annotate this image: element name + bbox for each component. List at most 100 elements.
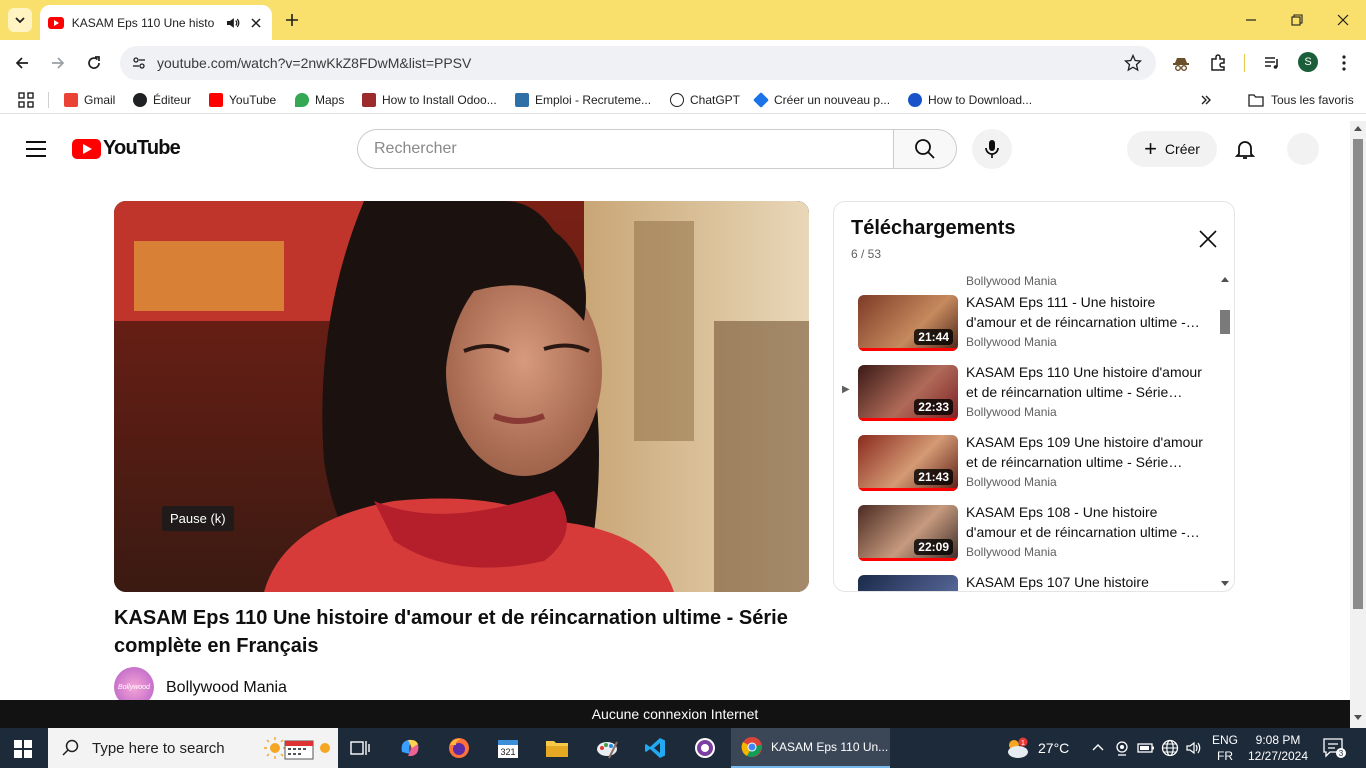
weather-widget[interactable]: 1 27°C [1004, 728, 1069, 768]
volume-icon[interactable] [1185, 740, 1203, 756]
incognito-extension-icon[interactable] [1171, 53, 1191, 73]
playlist-item[interactable]: 21:44 KASAM Eps 111 - Une histoire d'amo… [834, 292, 1218, 362]
playlist-item[interactable]: KASAM Eps 107 Une histoire [834, 572, 1218, 591]
playlist-item-channel: Bollywood Mania [966, 475, 1057, 489]
download-site-icon [908, 93, 922, 107]
close-icon[interactable] [1198, 229, 1218, 249]
chevron-up-icon[interactable] [1091, 741, 1105, 755]
page-scroll-thumb[interactable] [1353, 139, 1363, 609]
video-thumbnail: 21:44 [858, 295, 958, 351]
taskbar-search-text: Type here to search [92, 739, 225, 757]
video-player[interactable]: Pause (k) [114, 201, 809, 592]
new-tab-button[interactable] [282, 10, 302, 30]
bookmark-download[interactable]: How to Download... [908, 90, 1032, 110]
restore-button[interactable] [1287, 10, 1307, 30]
editor-icon [133, 93, 147, 107]
scroll-down-arrow-icon[interactable] [1221, 581, 1229, 586]
notifications-button[interactable]: 3 [1322, 728, 1346, 768]
notifications-bell-icon[interactable] [1233, 137, 1257, 161]
bookmark-emploi[interactable]: Emploi - Recruteme... [515, 90, 651, 110]
close-window-button[interactable] [1333, 10, 1353, 30]
scroll-up-arrow-icon[interactable] [1354, 126, 1362, 131]
channel-avatar[interactable]: Bollywood [114, 667, 154, 700]
playlist-item[interactable]: Bollywood Mania [834, 267, 1218, 288]
network-globe-icon[interactable] [1161, 739, 1179, 757]
input-language[interactable]: ENG FR [1212, 728, 1238, 768]
bookmark-creer[interactable]: Créer un nouveau p... [753, 90, 890, 110]
obs-icon[interactable] [693, 736, 717, 760]
search-button[interactable] [893, 129, 957, 169]
playlist-item[interactable]: 21:43 KASAM Eps 109 Une histoire d'amour… [834, 432, 1218, 502]
watched-progress-bar [858, 418, 958, 421]
offline-banner: Aucune connexion Internet [0, 700, 1350, 728]
firefox-icon[interactable] [447, 736, 471, 760]
playlist-item-title: KASAM Eps 110 Une histoire d'amour et de… [966, 364, 1202, 400]
webcam-icon[interactable] [1114, 740, 1130, 756]
calendar-app-icon[interactable]: 321 [496, 736, 520, 760]
tab-close-icon[interactable] [248, 15, 264, 31]
media-control-icon[interactable] [1262, 53, 1282, 73]
search-input[interactable] [358, 130, 894, 168]
profile-avatar[interactable]: S [1298, 52, 1318, 72]
apps-grid-icon[interactable] [18, 90, 34, 110]
scroll-down-arrow-icon[interactable] [1354, 715, 1362, 720]
bookmark-youtube[interactable]: YouTube [209, 90, 276, 110]
file-explorer-icon[interactable] [545, 736, 569, 760]
account-avatar[interactable] [1287, 133, 1319, 165]
arrow-left-icon [15, 57, 28, 69]
bookmark-maps[interactable]: Maps [295, 90, 344, 110]
channel-name[interactable]: Bollywood Mania [166, 679, 287, 697]
hamburger-menu-icon[interactable] [26, 140, 46, 158]
tab-strip: KASAM Eps 110 Une histoire [0, 0, 1366, 40]
microphone-icon [985, 140, 999, 158]
taskbar-chrome-window[interactable]: KASAM Eps 110 Un... [731, 728, 890, 768]
windows-taskbar: Type here to search 321 KASAM Eps 110 Un… [0, 728, 1366, 768]
copilot-icon[interactable] [398, 736, 422, 760]
playlist-item-channel: Bollywood Mania [966, 335, 1057, 349]
vscode-icon[interactable] [643, 736, 667, 760]
taskbar-search[interactable]: Type here to search [48, 728, 338, 768]
task-view-icon[interactable] [348, 736, 372, 760]
forward-button[interactable] [47, 52, 69, 74]
bookmark-chatgpt[interactable]: ChatGPT [670, 90, 740, 110]
playlist-title[interactable]: Téléchargements [851, 217, 1016, 240]
scroll-up-arrow-icon[interactable] [1221, 277, 1229, 282]
minimize-button[interactable] [1241, 10, 1261, 30]
clock[interactable]: 9:08 PM 12/27/2024 [1248, 728, 1308, 768]
notification-center-icon: 3 [1323, 738, 1346, 758]
tab-search-button[interactable] [8, 8, 32, 32]
create-button[interactable]: + Créer [1127, 131, 1217, 167]
video-thumbnail: 22:09 [858, 505, 958, 561]
playlist-item-current[interactable]: ▶ 22:33 KASAM Eps 110 Une histoire d'amo… [834, 362, 1218, 432]
folder-icon [1248, 94, 1264, 107]
site-settings-icon[interactable] [128, 52, 150, 74]
playlist-position: 6 / 53 [851, 247, 882, 261]
all-favorites[interactable]: Tous les favoris [1248, 90, 1354, 110]
back-button[interactable] [11, 52, 33, 74]
speaker-icon[interactable] [225, 15, 241, 31]
bookmark-editeur[interactable]: Éditeur [133, 90, 191, 110]
search-icon [62, 739, 79, 756]
url-text[interactable]: youtube.com/watch?v=2nwKkZ8FDwM&list=PPS… [157, 55, 471, 71]
youtube-logo[interactable]: YouTube [72, 137, 181, 160]
paint-app-icon[interactable] [595, 736, 619, 760]
windows-start-icon[interactable] [14, 740, 32, 758]
bookmark-gmail[interactable]: Gmail [64, 90, 115, 110]
extensions-puzzle-icon[interactable] [1208, 53, 1228, 73]
battery-icon[interactable] [1137, 741, 1155, 755]
address-bar[interactable]: youtube.com/watch?v=2nwKkZ8FDwM&list=PPS… [120, 46, 1156, 80]
chrome-menu-icon[interactable] [1334, 53, 1354, 73]
system-tray-icons[interactable] [1091, 728, 1203, 768]
bookmark-odoo[interactable]: How to Install Odoo... [362, 90, 497, 110]
weather-temperature: 27°C [1038, 740, 1070, 756]
duration-badge: 22:33 [914, 399, 953, 415]
reload-button[interactable] [83, 52, 105, 74]
more-bookmarks-icon[interactable] [1200, 90, 1212, 110]
page-scrollbar[interactable] [1350, 121, 1366, 728]
active-tab[interactable]: KASAM Eps 110 Une histoire [40, 5, 272, 40]
voice-search-button[interactable] [972, 129, 1012, 169]
video-thumbnail: 22:33 [858, 365, 958, 421]
bookmark-star-icon[interactable] [1124, 54, 1142, 72]
playlist-item[interactable]: 22:09 KASAM Eps 108 - Une histoire d'amo… [834, 502, 1218, 572]
playlist-scroll-thumb[interactable] [1220, 310, 1230, 334]
